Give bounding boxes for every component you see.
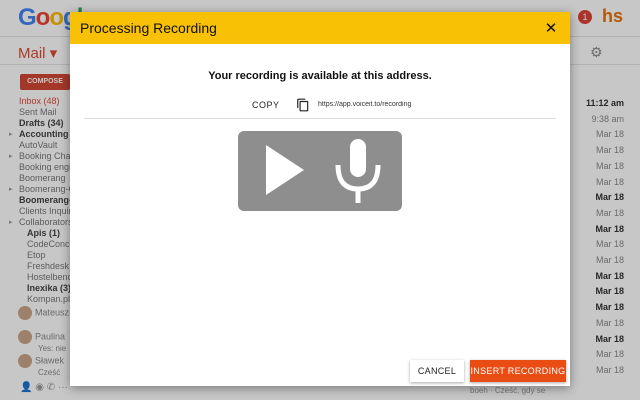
play-icon[interactable] [266,145,304,195]
player-graphic [266,139,381,203]
recording-url-field[interactable] [318,101,428,108]
copy-label[interactable]: COPY [252,100,280,110]
insert-recording-button[interactable]: INSERT RECORDING [470,360,566,382]
recording-player[interactable] [238,131,402,211]
url-underline [84,118,556,119]
dialog-header: Processing Recording ✕ [70,12,570,44]
dialog-footer: CANCEL INSERT RECORDING [70,360,570,386]
copy-url-row: COPY [90,98,530,116]
copy-icon[interactable] [296,98,310,112]
availability-message: Your recording is available at this addr… [208,70,432,82]
close-icon[interactable]: ✕ [542,19,560,37]
processing-recording-dialog: Processing Recording ✕ Your recording is… [70,12,570,386]
microphone-icon[interactable] [335,139,381,203]
cancel-button[interactable]: CANCEL [410,360,464,382]
dialog-title: Processing Recording [80,20,217,36]
